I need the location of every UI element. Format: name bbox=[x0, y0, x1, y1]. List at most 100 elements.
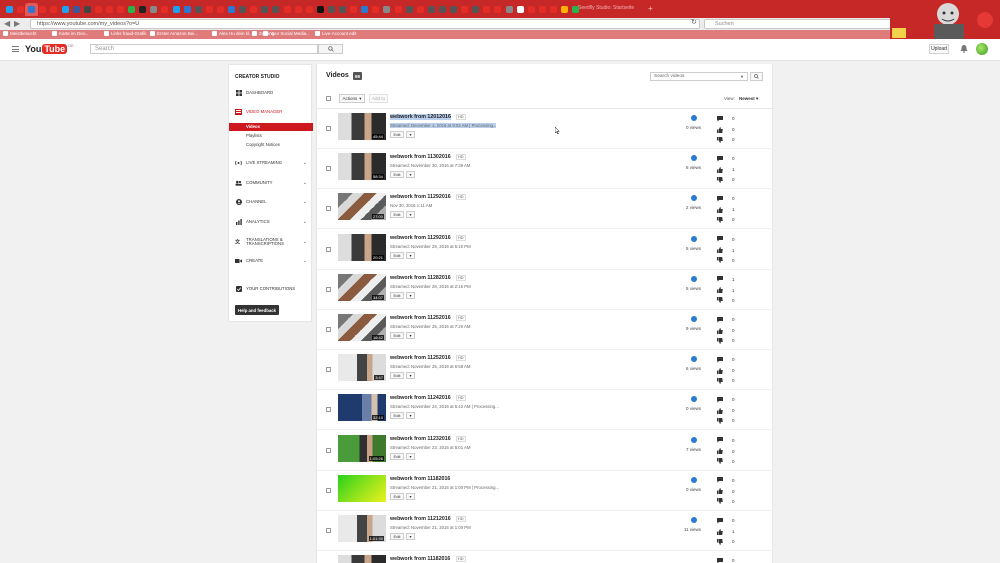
bookmark-item[interactable]: Live-Account edit bbox=[315, 31, 357, 36]
public-visibility-globe-icon[interactable] bbox=[691, 275, 697, 282]
edit-button[interactable]: Edit bbox=[390, 452, 404, 460]
public-visibility-globe-icon[interactable] bbox=[691, 115, 697, 121]
video-row[interactable]: 16:42 webwork from 11252016 HD Streamed: No… bbox=[317, 310, 774, 350]
chevron-down-icon[interactable]: ⌄ bbox=[303, 219, 307, 225]
video-title-link[interactable]: webwork from 11212016 bbox=[390, 516, 451, 522]
sidebar-subitem-playlists[interactable]: Playlists bbox=[229, 132, 313, 140]
video-row[interactable]: 58:34 webwork from 11302016 HD Streamed: No… bbox=[317, 149, 774, 190]
video-row[interactable]: 1:05:26 webwork from 11232016 HD Streamed: … bbox=[317, 431, 774, 471]
upload-button[interactable]: Upload bbox=[929, 44, 949, 54]
video-thumbnail[interactable]: 34:07 bbox=[338, 273, 386, 301]
video-thumbnail[interactable]: 1:05:26 bbox=[338, 434, 386, 462]
video-row-checkbox[interactable] bbox=[326, 407, 331, 413]
chevron-down-icon[interactable]: ⌄ bbox=[303, 160, 307, 166]
video-row[interactable]: webwork from 11182016 Streamed: November … bbox=[317, 471, 774, 511]
video-thumbnail[interactable]: 1:01:30 bbox=[338, 515, 386, 542]
sidebar-item-channel[interactable]: CHANNEL ⌄ bbox=[229, 197, 313, 207]
video-row-checkbox[interactable] bbox=[326, 327, 331, 332]
video-row[interactable]: 3:47 webwork from 11252016 HD Streamed: Nov… bbox=[317, 350, 774, 391]
sidebar-item-video-manager[interactable]: VIDEO MANAGER bbox=[229, 107, 313, 117]
video-thumbnail[interactable] bbox=[338, 474, 386, 502]
video-title-link[interactable]: webwork from 11182016 bbox=[390, 556, 450, 562]
video-row-checkbox[interactable] bbox=[326, 166, 331, 172]
chevron-down-icon[interactable]: ⌄ bbox=[303, 199, 307, 205]
video-row-checkbox[interactable] bbox=[326, 487, 331, 493]
video-title-link[interactable]: webwork from 11182016 bbox=[390, 476, 450, 482]
video-title-link[interactable]: webwork from 11302016 bbox=[390, 154, 451, 160]
public-visibility-globe-icon[interactable] bbox=[691, 476, 697, 483]
select-all-checkbox[interactable] bbox=[326, 96, 331, 101]
edit-button[interactable]: Edit bbox=[390, 291, 404, 299]
sidebar-subitem-videos[interactable]: Videos bbox=[229, 123, 313, 131]
sidebar-item-create[interactable]: CREATE ⌄ bbox=[229, 256, 313, 266]
public-visibility-globe-icon[interactable] bbox=[691, 396, 697, 403]
add-to-button[interactable]: Add to bbox=[369, 94, 388, 103]
edit-dropdown-button[interactable]: ▾ bbox=[406, 412, 415, 420]
video-row[interactable]: 20:21 webwork from 11292016 HD Streamed: No… bbox=[317, 230, 774, 270]
public-visibility-globe-icon[interactable] bbox=[691, 235, 697, 242]
guide-menu-icon[interactable] bbox=[12, 46, 19, 54]
edit-dropdown-button[interactable]: ▾ bbox=[406, 452, 415, 460]
video-row-checkbox[interactable] bbox=[326, 246, 331, 252]
edit-dropdown-button[interactable]: ▾ bbox=[406, 332, 415, 339]
edit-dropdown-button[interactable]: ▾ bbox=[406, 251, 415, 259]
view-sort-dropdown[interactable]: Newest ▾ bbox=[739, 96, 758, 102]
chevron-down-icon[interactable]: ⌄ bbox=[303, 239, 307, 245]
edit-dropdown-button[interactable]: ▾ bbox=[406, 211, 415, 219]
public-visibility-globe-icon[interactable] bbox=[691, 356, 697, 363]
edit-button[interactable]: Edit bbox=[390, 492, 404, 500]
forward-icon[interactable]: ▶ bbox=[14, 19, 20, 28]
sidebar-item-live-streaming[interactable]: LIVE STREAMING ⌄ bbox=[229, 158, 313, 168]
edit-dropdown-button[interactable]: ▾ bbox=[406, 372, 415, 380]
sidebar-item-community[interactable]: COMMUNITY ⌄ bbox=[229, 178, 313, 188]
video-thumbnail[interactable]: 27:00 bbox=[338, 193, 386, 221]
chevron-down-icon[interactable]: ⌄ bbox=[303, 258, 307, 264]
sidebar-subitem-copyright-notices[interactable]: Copyright Notices bbox=[229, 141, 313, 149]
bookmark-item[interactable]: Links fraud-Grafik bbox=[104, 31, 147, 36]
search-videos-button[interactable] bbox=[750, 72, 763, 81]
edit-button[interactable]: Edit bbox=[390, 251, 404, 259]
video-thumbnail[interactable]: 45:44 bbox=[338, 113, 386, 140]
bookmark-item[interactable]: Meistbesucht bbox=[3, 31, 37, 36]
actions-dropdown-button[interactable]: Actions ▾ bbox=[339, 94, 365, 103]
video-title-link[interactable]: webwork from 11292016 bbox=[390, 194, 451, 200]
video-row[interactable]: webwork from 11182016HDEdit▾0 bbox=[317, 551, 774, 563]
new-tab-icon[interactable]: + bbox=[648, 4, 653, 13]
video-thumbnail[interactable]: 58:34 bbox=[338, 153, 386, 181]
video-thumbnail[interactable]: 3:47 bbox=[338, 354, 386, 382]
youtube-search-button[interactable] bbox=[318, 44, 343, 54]
sidebar-item-analytics[interactable]: ANALYTICS ⌄ bbox=[229, 217, 313, 227]
video-title-link[interactable]: webwork from 11232016 bbox=[390, 436, 451, 442]
public-visibility-globe-icon[interactable] bbox=[691, 195, 697, 202]
edit-button[interactable]: Edit bbox=[390, 412, 404, 420]
youtube-search-input[interactable]: Search bbox=[90, 44, 318, 54]
chevron-down-icon[interactable]: ⌄ bbox=[303, 180, 307, 186]
youtube-logo[interactable]: You Tube DE bbox=[25, 43, 74, 54]
edit-button[interactable]: Edit bbox=[390, 211, 404, 219]
video-row-checkbox[interactable] bbox=[326, 528, 331, 533]
edit-button[interactable]: Edit bbox=[390, 533, 404, 540]
account-avatar[interactable] bbox=[976, 43, 988, 55]
reload-icon[interactable]: ↻ bbox=[691, 18, 697, 26]
video-row[interactable]: 32:10 webwork from 11242016 HD Streamed: No… bbox=[317, 390, 774, 431]
video-thumbnail[interactable]: 20:21 bbox=[338, 233, 386, 261]
video-row[interactable]: 45:44 webwork from 12012016 HD Streamed: De… bbox=[317, 109, 774, 149]
video-row-checkbox[interactable] bbox=[326, 126, 331, 131]
notifications-bell-icon[interactable] bbox=[960, 44, 968, 55]
public-visibility-globe-icon[interactable] bbox=[691, 316, 697, 322]
video-row[interactable]: 34:07 webwork from 11282016 HD Streamed: No… bbox=[317, 270, 774, 310]
browser-search-field[interactable]: Suchen bbox=[704, 19, 894, 29]
back-icon[interactable]: ◀ bbox=[4, 19, 10, 28]
edit-button[interactable]: Edit bbox=[390, 332, 404, 339]
video-row[interactable]: 1:01:30 webwork from 11212016 HD Streamed: … bbox=[317, 511, 774, 551]
edit-dropdown-button[interactable]: ▾ bbox=[406, 291, 415, 299]
video-title-link[interactable]: webwork from 11252016 bbox=[390, 355, 451, 361]
edit-button[interactable]: Edit bbox=[390, 171, 404, 179]
video-thumbnail[interactable] bbox=[338, 555, 386, 563]
public-visibility-globe-icon[interactable] bbox=[691, 517, 697, 523]
edit-dropdown-button[interactable]: ▾ bbox=[406, 492, 415, 500]
video-thumbnail[interactable]: 16:42 bbox=[338, 314, 386, 341]
video-title-link[interactable]: webwork from 11252016 bbox=[390, 315, 451, 321]
bookmark-item[interactable]: Karte im Dev... bbox=[52, 31, 88, 36]
video-row[interactable]: 27:00 webwork from 11292016 HD Nov 30, 2016… bbox=[317, 189, 774, 230]
